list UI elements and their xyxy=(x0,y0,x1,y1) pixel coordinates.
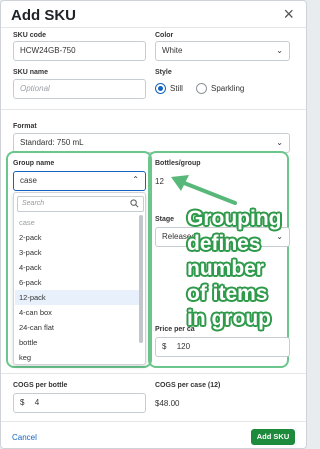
annotation-line: Grouping xyxy=(187,207,282,230)
cogs-case-label: COGS per case (12) xyxy=(155,382,221,389)
style-still-radio[interactable] xyxy=(155,83,166,94)
annotation-line: of items xyxy=(187,282,268,305)
style-sparkling-label: Sparkling xyxy=(211,84,245,93)
color-value: White xyxy=(162,46,183,55)
sku-code-label: SKU code xyxy=(13,32,47,39)
style-sparkling-radio[interactable] xyxy=(196,83,207,94)
group-option-6-pack[interactable]: 6-pack xyxy=(15,275,139,290)
search-icon xyxy=(130,199,139,208)
format-label: Format xyxy=(13,123,37,130)
sku-name-input[interactable]: Optional xyxy=(13,79,146,99)
close-icon[interactable]: × xyxy=(283,5,294,23)
color-label: Color xyxy=(155,32,174,39)
group-option-2-pack[interactable]: 2-pack xyxy=(15,230,139,245)
group-option-bottle[interactable]: bottle xyxy=(15,335,139,350)
price-per-case-input[interactable]: $ 120 xyxy=(155,337,290,357)
cogs-case-value: $48.00 xyxy=(155,399,180,408)
sku-name-placeholder: Optional xyxy=(20,84,50,93)
group-option-4-pack[interactable]: 4-pack xyxy=(15,260,139,275)
add-sku-dialog: Add SKU × SKU code HCW24GB-750 Color Whi… xyxy=(0,0,307,449)
style-label: Style xyxy=(155,69,172,76)
group-search-placeholder: Search xyxy=(22,200,45,207)
sku-name-label: SKU name xyxy=(13,69,49,76)
cogs-bottle-currency: $ xyxy=(20,398,25,407)
group-option-case[interactable]: case xyxy=(15,215,139,230)
format-select[interactable]: Standard: 750 mL ⌄ xyxy=(13,133,290,153)
chevron-down-icon: ⌄ xyxy=(276,46,283,55)
group-option-3-pack[interactable]: 3-pack xyxy=(15,245,139,260)
dialog-title: Add SKU xyxy=(11,7,76,24)
group-name-select[interactable]: case ⌃ xyxy=(13,171,146,191)
cancel-button[interactable]: Cancel xyxy=(12,433,37,442)
chevron-down-icon: ⌄ xyxy=(276,138,283,147)
group-name-dropdown: Search case 2-pack 3-pack 4-pack 6-pack … xyxy=(13,192,146,365)
section-divider xyxy=(1,373,306,374)
cogs-bottle-value: 4 xyxy=(34,398,40,407)
sku-code-value: HCW24GB-750 xyxy=(20,46,76,55)
annotation-arrow-icon xyxy=(171,175,237,205)
group-option-24-can-flat[interactable]: 24-can flat xyxy=(15,320,139,335)
footer-divider xyxy=(1,421,306,422)
price-per-case-value: 120 xyxy=(176,342,191,351)
add-sku-button[interactable]: Add SKU xyxy=(251,429,295,445)
bottles-group-value: 12 xyxy=(155,177,164,186)
header-divider xyxy=(1,27,306,28)
sku-code-input[interactable]: HCW24GB-750 xyxy=(13,41,146,61)
stage-label: Stage xyxy=(155,216,175,223)
cogs-bottle-input[interactable]: $ 4 xyxy=(13,393,146,413)
cogs-bottle-label: COGS per bottle xyxy=(13,382,68,389)
dropdown-scrollbar[interactable] xyxy=(139,215,143,343)
group-name-value: case xyxy=(20,176,37,185)
group-name-label: Group name xyxy=(13,160,55,167)
annotation-line: number xyxy=(187,257,265,280)
group-option-keg[interactable]: keg xyxy=(15,350,139,364)
annotation-line: in group xyxy=(187,307,271,330)
group-option-12-pack[interactable]: 12-pack xyxy=(15,290,139,305)
bottles-group-label: Bottles/group xyxy=(155,160,201,167)
color-select[interactable]: White ⌄ xyxy=(155,41,290,61)
style-still-label: Still xyxy=(170,84,183,93)
chevron-up-icon: ⌃ xyxy=(132,175,139,184)
group-search-input[interactable]: Search xyxy=(17,196,144,212)
annotation-line: defines xyxy=(187,232,261,255)
format-value: Standard: 750 mL xyxy=(20,138,84,147)
section-divider xyxy=(1,109,306,110)
annotation-callout: Grouping defines number of items in grou… xyxy=(187,206,306,331)
price-currency: $ xyxy=(162,342,167,351)
group-option-4-can-box[interactable]: 4-can box xyxy=(15,305,139,320)
